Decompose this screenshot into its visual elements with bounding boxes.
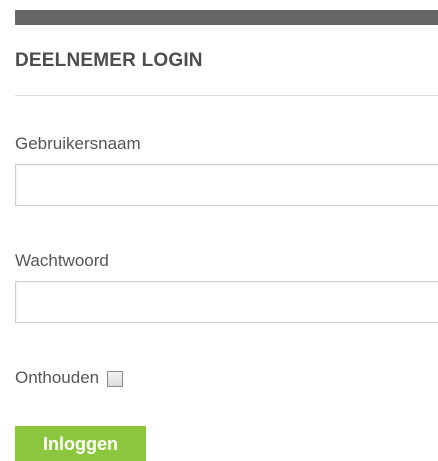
- header-bar: [15, 10, 438, 25]
- remember-checkbox[interactable]: [107, 370, 124, 387]
- remember-label: Onthouden: [15, 368, 100, 387]
- username-input[interactable]: [15, 164, 438, 206]
- login-button[interactable]: Inloggen: [15, 426, 146, 461]
- title-divider: [15, 95, 438, 96]
- password-label: Wachtwoord: [15, 251, 109, 270]
- login-title: DEELNEMER LOGIN: [15, 50, 203, 71]
- username-label: Gebruikersnaam: [15, 134, 141, 153]
- remember-row: Onthouden: [15, 368, 124, 388]
- password-input[interactable]: [15, 281, 438, 323]
